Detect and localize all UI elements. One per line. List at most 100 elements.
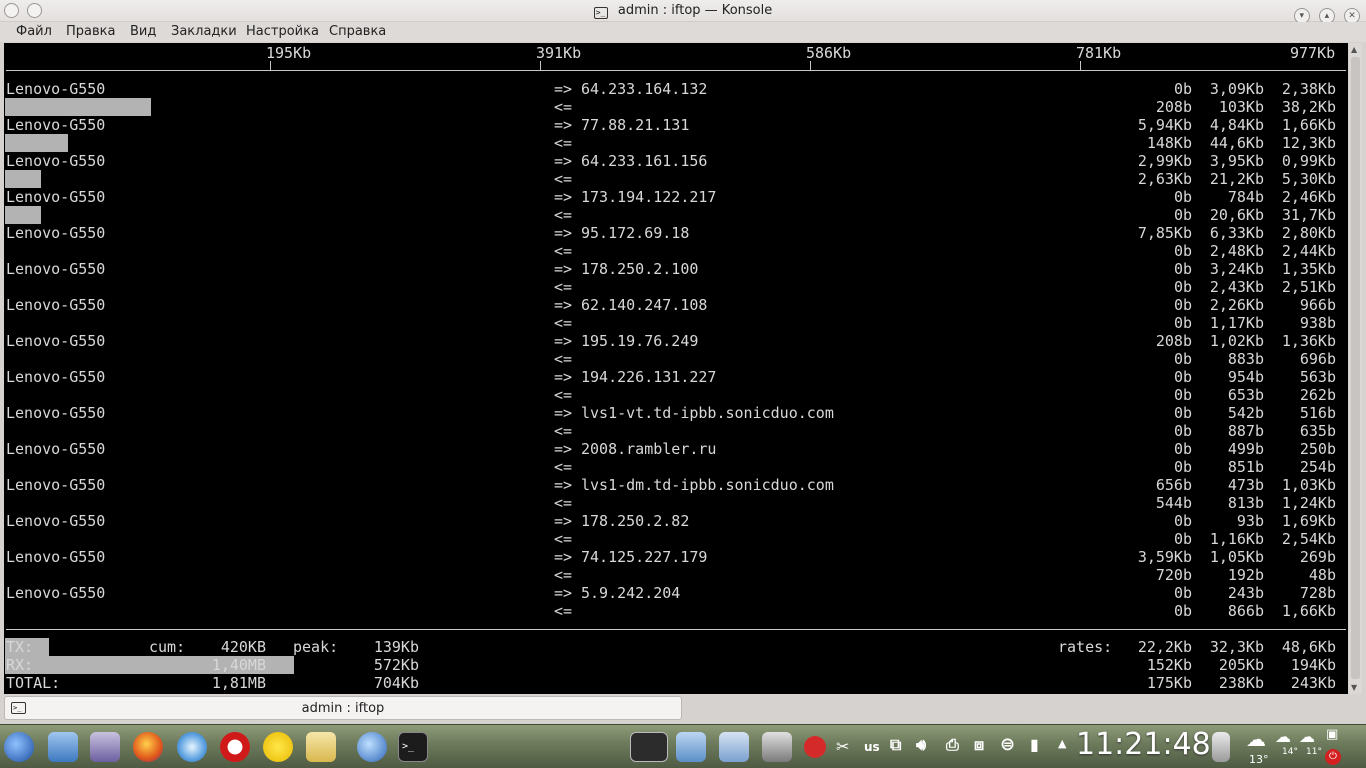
menu-edit[interactable]: Правка [66,24,115,39]
destination-host: lvs1-dm.td-ipbb.sonicduo.com [581,476,834,494]
rate-40s: 31,7Kb [1281,206,1336,224]
rate-10s: 1,05Kb [1209,548,1264,566]
scroll-thumb[interactable] [1351,57,1360,679]
destination-host: 2008.rambler.ru [581,440,717,458]
scale-label: 586Kb [806,44,852,62]
rate-2s: 0b [1173,350,1192,368]
scissors-icon[interactable]: ✂ [836,737,849,756]
total-peak: 704Kb [373,674,419,692]
direction-in: <= [554,278,573,296]
direction-in: <= [554,134,573,152]
network-manager-icon[interactable]: ⊜ [1000,734,1015,755]
konsole-launcher-icon[interactable]: >_ [398,732,428,762]
connection-row-in: <= 0b 653b 262b [4,386,1348,404]
signal-icon[interactable]: ▮ [1030,735,1039,754]
rate-2s: 0b [1173,386,1192,404]
lock-screen-icon[interactable]: ▣ [1326,727,1338,742]
source-host: Lenovo-G550 [6,332,106,350]
rate-10s: 192b [1227,566,1264,584]
destination-host: 5.9.242.204 [581,584,681,602]
connection-row-out: Lenovo-G550 => 64.233.161.156 2,99Kb 3,95Kb 0… [4,152,1348,170]
scale-label: 781Kb [1076,44,1122,62]
menu-bookmarks[interactable]: Закладки [171,24,237,39]
weather-icon[interactable]: ☁ [1246,727,1266,751]
rx-peak: 572Kb [373,656,419,674]
rate-10s: 542b [1227,404,1264,422]
tab-admin-iftop[interactable]: >_ admin : iftop [4,696,682,720]
rate-10s: 2,48Kb [1209,242,1264,260]
connection-row-in: <= 0b 883b 696b [4,350,1348,368]
terminal-scrollbar[interactable]: ▲ ▼ [1349,43,1362,694]
rate-2s: 544b [1155,494,1192,512]
weather-temp-day2: 11° [1306,747,1322,757]
pager-icon[interactable] [719,732,749,762]
printer-icon[interactable]: ⎙ [946,735,959,755]
scroll-up-icon[interactable]: ▲ [1351,45,1357,54]
rate-10s: 3,24Kb [1209,260,1264,278]
rate-40s: 12,3Kb [1281,134,1336,152]
destination-host: 64.233.161.156 [581,152,708,170]
rate-10s: 6,33Kb [1209,224,1264,242]
connection-row-in: <= 0b 2,48Kb 2,44Kb [4,242,1348,260]
scroll-down-icon[interactable]: ▼ [1351,683,1357,692]
display-icon[interactable]: ⧉ [890,735,901,755]
rate-40s: 2,51Kb [1281,278,1336,296]
kde-menu-icon[interactable] [4,732,34,762]
rx-rate-40s: 194Kb [1290,656,1336,674]
network-icon[interactable]: ⧈ [974,735,984,755]
source-host: Lenovo-G550 [6,80,106,98]
rate-40s: 48b [1308,566,1336,584]
tx-cum: 420KB [220,638,266,656]
clock[interactable]: 11:21:48 [1076,727,1211,762]
volume-icon[interactable]: 🔊︎ [916,735,926,755]
traffic-bar [5,206,41,224]
menu-help[interactable]: Справка [329,24,386,39]
tx-rate-2s: 22,2Kb [1137,638,1192,656]
tx-rate-10s: 32,3Kb [1209,638,1264,656]
rate-2s: 0b [1173,530,1192,548]
weather-forecast-icon[interactable]: ☁ [1275,727,1291,746]
rate-10s: 2,43Kb [1209,278,1264,296]
direction-in: <= [554,458,573,476]
messenger-icon[interactable] [263,732,293,762]
rate-40s: 966b [1299,296,1336,314]
rate-40s: 0,99Kb [1281,152,1336,170]
weather-forecast-icon[interactable]: ☁ [1299,727,1315,746]
rx-cum: 1,40MB [211,656,266,674]
rate-2s: 0b [1173,404,1192,422]
rate-2s: 0b [1173,260,1192,278]
mail-icon[interactable] [306,732,336,762]
destination-host: 64.233.164.132 [581,80,708,98]
window-titlebar[interactable]: >_ admin : iftop — Konsole ▾ ▴ ✕ [0,0,1366,24]
rate-2s: 656b [1155,476,1192,494]
rate-10s: 1,02Kb [1209,332,1264,350]
trash-icon[interactable] [1212,732,1230,762]
network-browser-icon[interactable] [357,732,387,762]
tray-expand-icon[interactable]: ▲ [1058,737,1066,750]
desktop-icon[interactable] [676,732,706,762]
terminal-output[interactable]: 195Kb 391Kb 586Kb 781Kb 977Kb Lenovo-G55… [4,43,1348,694]
menu-file[interactable]: Файл [16,24,52,39]
system-monitor-icon[interactable] [630,732,668,762]
menu-view[interactable]: Вид [130,24,156,39]
connection-row-out: Lenovo-G550 => 64.233.164.132 0b 3,09Kb 2,38K… [4,80,1348,98]
file-manager-icon[interactable] [48,732,78,762]
firefox-icon[interactable] [133,732,163,762]
direction-in: <= [554,386,573,404]
connection-row-out: Lenovo-G550 => 2008.rambler.ru 0b 499b 250b [4,440,1348,458]
settings-icon[interactable] [762,732,792,762]
update-notifier-icon[interactable] [804,736,826,758]
chromium-icon[interactable] [177,732,207,762]
window-title: admin : iftop — Konsole [617,3,773,18]
destination-host: 74.125.227.179 [581,548,708,566]
source-host: Lenovo-G550 [6,116,106,134]
menu-settings[interactable]: Настройка [246,24,319,39]
opera-icon[interactable] [220,732,250,762]
keyboard-layout[interactable]: us [864,740,880,754]
connection-row-out: Lenovo-G550 => 194.226.131.227 0b 954b 563b [4,368,1348,386]
connection-row-out: Lenovo-G550 => 173.194.122.217 0b 784b 2,46Kb [4,188,1348,206]
rate-40s: 1,24Kb [1281,494,1336,512]
window-switcher-icon[interactable] [90,732,120,762]
rate-2s: 2,99Kb [1137,152,1192,170]
shutdown-icon[interactable]: ⏻ [1325,749,1341,765]
